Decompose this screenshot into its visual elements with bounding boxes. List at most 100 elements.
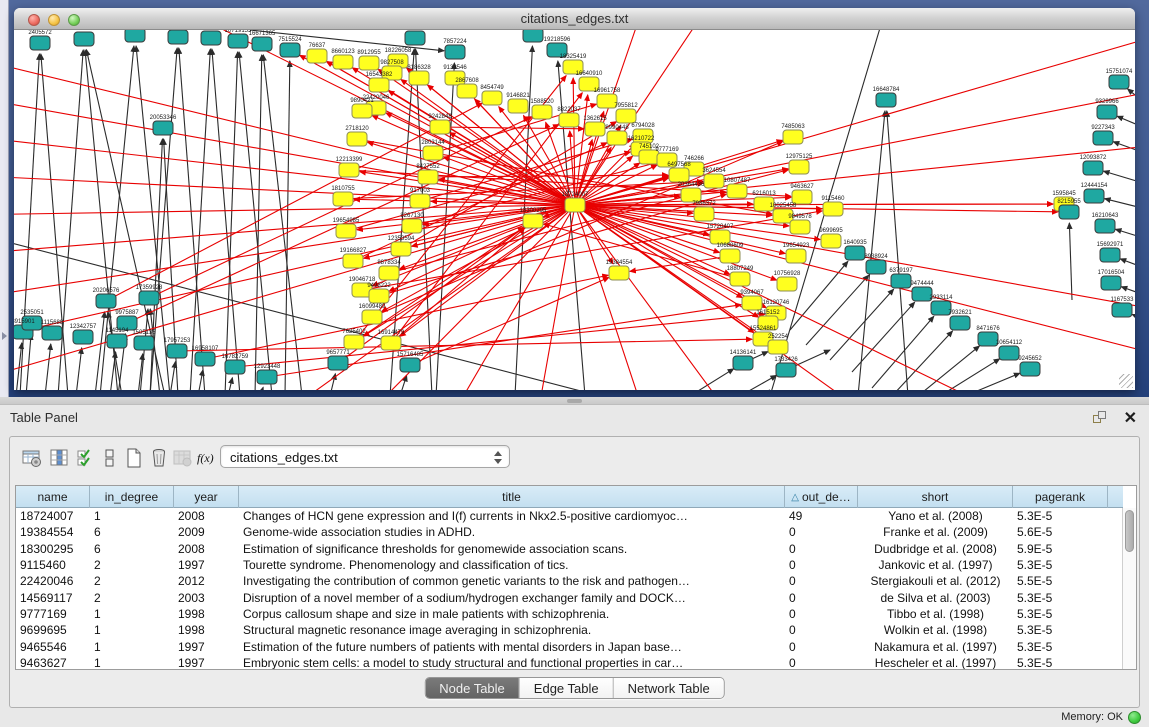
graph-node[interactable] bbox=[776, 363, 796, 377]
graph-node[interactable] bbox=[727, 184, 747, 198]
graph-node[interactable] bbox=[307, 49, 327, 63]
graph-node[interactable] bbox=[402, 219, 422, 233]
table-cell[interactable]: 0 bbox=[785, 656, 858, 669]
table-cell[interactable]: 0 bbox=[785, 640, 858, 654]
red-edge[interactable] bbox=[420, 139, 632, 201]
table-row[interactable]: 1830029562008Estimation of significance … bbox=[16, 541, 1123, 557]
black-edge[interactable] bbox=[1128, 89, 1135, 107]
table-cell[interactable]: 5.3E-5 bbox=[1013, 656, 1108, 669]
graph-node[interactable] bbox=[786, 249, 806, 263]
black-edge[interactable] bbox=[1121, 287, 1135, 297]
graph-node[interactable] bbox=[343, 254, 363, 268]
table-cell[interactable]: 1998 bbox=[174, 623, 239, 637]
graph-node[interactable] bbox=[999, 346, 1019, 360]
tab-node-table[interactable]: Node Table bbox=[425, 678, 520, 698]
graph-node[interactable] bbox=[134, 336, 154, 350]
black-edge[interactable] bbox=[1120, 259, 1135, 270]
black-edge[interactable] bbox=[690, 369, 734, 390]
table-cell[interactable]: Tourette syndrome. Phenomenology and cla… bbox=[239, 558, 785, 572]
graph-node[interactable] bbox=[328, 356, 348, 370]
graph-node[interactable] bbox=[153, 121, 173, 135]
table-cell[interactable]: 1997 bbox=[174, 558, 239, 572]
table-cell[interactable]: 1997 bbox=[174, 656, 239, 669]
table-cell[interactable]: 5.3E-5 bbox=[1013, 607, 1108, 621]
table-cell[interactable]: Estimation of significance thresholds fo… bbox=[239, 542, 785, 556]
table-cell[interactable]: 0 bbox=[785, 607, 858, 621]
graph-node[interactable] bbox=[252, 37, 272, 51]
column-header-title[interactable]: title bbox=[239, 486, 785, 508]
graph-node[interactable] bbox=[225, 360, 245, 374]
graph-node[interactable] bbox=[30, 36, 50, 50]
graph-node[interactable] bbox=[201, 31, 221, 45]
table-row[interactable]: 1938455462009Genome-wide association stu… bbox=[16, 524, 1123, 540]
black-edge[interactable] bbox=[806, 275, 869, 345]
table-scrollbar[interactable] bbox=[1122, 508, 1136, 669]
table-cell[interactable]: 0 bbox=[785, 623, 858, 637]
table-cell[interactable]: 1 bbox=[90, 656, 174, 669]
graph-node[interactable] bbox=[418, 170, 438, 184]
graph-node[interactable] bbox=[950, 316, 970, 330]
graph-node[interactable] bbox=[400, 358, 420, 372]
black-edge[interactable] bbox=[285, 61, 290, 390]
black-edge[interactable] bbox=[228, 378, 232, 390]
column-header-short[interactable]: short bbox=[858, 486, 1013, 508]
graph-node[interactable] bbox=[409, 71, 429, 85]
black-edge[interactable] bbox=[1132, 314, 1135, 322]
black-edge[interactable] bbox=[887, 111, 908, 390]
black-edge[interactable] bbox=[1117, 116, 1135, 130]
graph-node[interactable] bbox=[523, 214, 543, 228]
column-header-outde[interactable]: △out_de… bbox=[785, 486, 858, 508]
close-panel-icon[interactable]: ✕ bbox=[1124, 408, 1137, 428]
graph-node[interactable] bbox=[107, 334, 127, 348]
graph-node[interactable] bbox=[1083, 161, 1103, 175]
graph-node[interactable] bbox=[257, 370, 277, 384]
table-cell[interactable]: 5.5E-5 bbox=[1013, 574, 1108, 588]
graph-node[interactable] bbox=[381, 336, 401, 350]
table-cell[interactable]: Genome-wide association studies in ADHD. bbox=[239, 525, 785, 539]
table-cell[interactable]: 0 bbox=[785, 525, 858, 539]
table-row[interactable]: 977716911998Corpus callosum shape and si… bbox=[16, 606, 1123, 622]
table-cell[interactable]: 5.3E-5 bbox=[1013, 558, 1108, 572]
graph-node[interactable] bbox=[730, 272, 750, 286]
black-edge[interactable] bbox=[1104, 171, 1135, 185]
black-edge[interactable] bbox=[20, 54, 39, 390]
table-cell[interactable]: 6 bbox=[90, 542, 174, 556]
table-settings-icon[interactable] bbox=[20, 446, 44, 470]
graph-node[interactable] bbox=[369, 289, 389, 303]
table-cell[interactable]: Corpus callosum shape and size in male p… bbox=[239, 607, 785, 621]
table-cell[interactable]: 9115460 bbox=[16, 558, 90, 572]
graph-node[interactable] bbox=[336, 224, 356, 238]
table-cell[interactable]: 1 bbox=[90, 640, 174, 654]
graph-node[interactable] bbox=[430, 120, 450, 134]
graph-node[interactable] bbox=[1101, 276, 1121, 290]
table-cell[interactable]: Tibbo et al. (1998) bbox=[858, 607, 1013, 621]
black-edge[interactable] bbox=[918, 346, 979, 390]
table-cell[interactable]: 9777169 bbox=[16, 607, 90, 621]
graph-node[interactable] bbox=[42, 326, 62, 340]
graph-node[interactable] bbox=[565, 198, 585, 212]
graph-node[interactable] bbox=[195, 352, 215, 366]
table-cell[interactable]: 19384554 bbox=[16, 525, 90, 539]
graph-node[interactable] bbox=[742, 296, 762, 310]
row-select-icon[interactable] bbox=[74, 446, 98, 470]
column-header-name[interactable]: name bbox=[16, 486, 90, 508]
column-header-year[interactable]: year bbox=[174, 486, 239, 508]
graph-node[interactable] bbox=[339, 163, 359, 177]
table-cell[interactable]: 2 bbox=[90, 558, 174, 572]
red-edge[interactable] bbox=[575, 205, 640, 390]
network-window-titlebar[interactable]: citations_edges.txt bbox=[14, 8, 1135, 30]
table-cell[interactable]: 49 bbox=[785, 509, 858, 523]
graph-node[interactable] bbox=[1095, 219, 1115, 233]
black-edge[interactable] bbox=[1116, 229, 1135, 240]
graph-node[interactable] bbox=[821, 234, 841, 248]
graph-node[interactable] bbox=[347, 132, 367, 146]
table-cell[interactable]: 2012 bbox=[174, 574, 239, 588]
table-cell[interactable]: Structural magnetic resonance image aver… bbox=[239, 623, 785, 637]
table-cell[interactable]: 2003 bbox=[174, 591, 239, 605]
black-edge[interactable] bbox=[26, 334, 31, 390]
graph-node[interactable] bbox=[783, 130, 803, 144]
graph-node[interactable] bbox=[891, 274, 911, 288]
black-edge[interactable] bbox=[95, 312, 105, 390]
graph-node[interactable] bbox=[333, 55, 353, 69]
table-cell[interactable]: 5.3E-5 bbox=[1013, 640, 1108, 654]
